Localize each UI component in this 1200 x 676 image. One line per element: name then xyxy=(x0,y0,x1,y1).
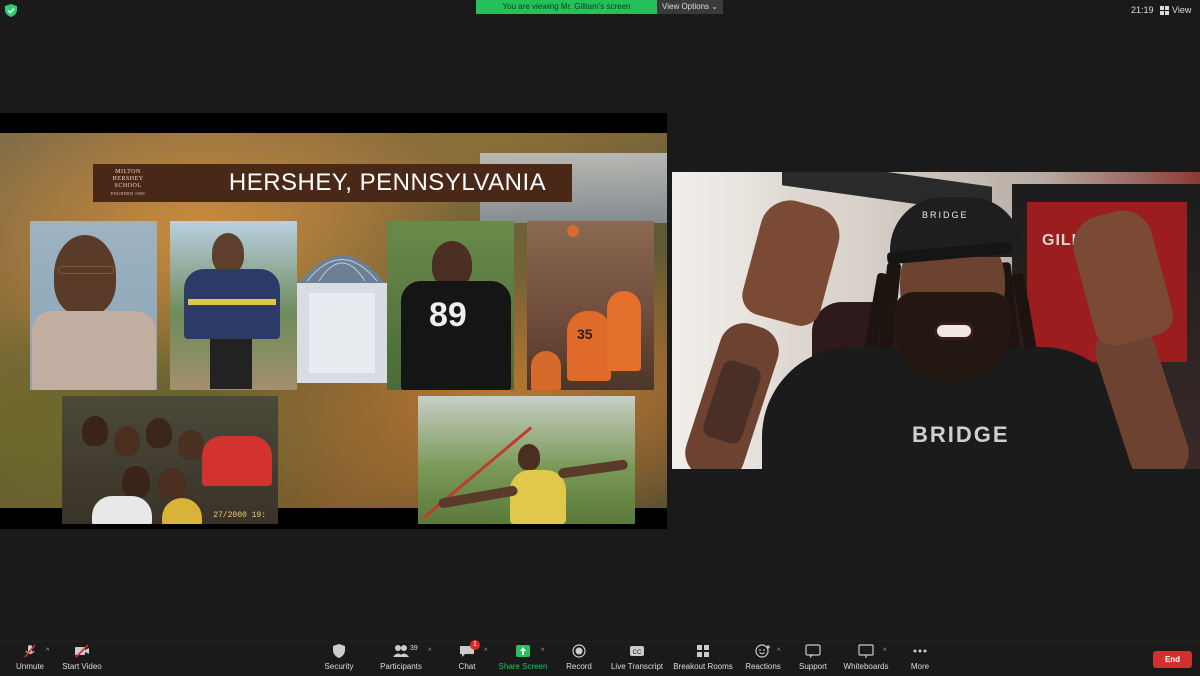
share-screen-icon xyxy=(515,644,531,658)
campus-aerial-background: MILTON HERSHEY SCHOOL FOUNDED 1909 HERSH… xyxy=(0,133,667,524)
clock: 21:19 xyxy=(1131,5,1154,15)
shield-check-icon[interactable] xyxy=(5,4,17,17)
video-off-icon xyxy=(74,644,90,658)
security-button[interactable]: Security xyxy=(309,644,369,676)
unmute-label: Unmute xyxy=(15,662,44,671)
security-shield-icon xyxy=(331,644,347,658)
support-chat-icon xyxy=(805,644,821,658)
start-video-button[interactable]: Start Video xyxy=(52,644,112,676)
whiteboard-icon xyxy=(858,644,874,658)
whiteboards-label: Whiteboards xyxy=(843,662,889,671)
record-label: Record xyxy=(566,662,592,671)
school-logo-line: MILTON xyxy=(115,169,141,175)
whiteboards-caret-icon[interactable]: ^ xyxy=(883,648,886,655)
reactions-label: Reactions xyxy=(745,662,781,671)
svg-text:CC: CC xyxy=(633,650,642,656)
participants-button[interactable]: 39 Participants xyxy=(371,644,431,676)
more-button[interactable]: More xyxy=(890,644,950,676)
dome-building xyxy=(297,255,387,383)
photo-group-students: 27/2000 19: xyxy=(62,396,278,524)
reactions-caret-icon[interactable]: ^ xyxy=(777,648,780,655)
record-icon xyxy=(571,644,587,658)
chat-button[interactable]: 1 Chat xyxy=(437,640,497,676)
cap-print: BRIDGE xyxy=(922,210,969,220)
chevron-down-icon: ⌄ xyxy=(711,2,718,11)
live-transcript-button[interactable]: CC Live Transcript xyxy=(607,644,667,676)
share-screen-label: Share Screen xyxy=(498,662,548,671)
whiteboards-button[interactable]: Whiteboards xyxy=(836,644,896,676)
support-button[interactable]: Support xyxy=(783,644,843,676)
chat-unread-badge: 1 xyxy=(470,640,480,650)
school-logo-line: SCHOOL xyxy=(114,183,142,189)
viewing-screen-banner: You are viewing Mr. Gilliam's screen xyxy=(476,0,657,14)
chat-label: Chat xyxy=(458,662,476,671)
meeting-toolbar: Unmute ^ Start Video Security 39 Partici… xyxy=(0,640,1200,676)
chat-caret-icon[interactable]: ^ xyxy=(484,648,487,655)
participant-video-tile[interactable]: GILLIAM BRIDGE BRIDGE xyxy=(672,172,1200,469)
closed-captions-icon: CC xyxy=(629,644,645,658)
participants-caret-icon[interactable]: ^ xyxy=(428,648,431,655)
support-label: Support xyxy=(798,662,828,671)
breakout-rooms-button[interactable]: Breakout Rooms xyxy=(673,644,733,676)
participants-label: Participants xyxy=(380,662,422,671)
end-meeting-button[interactable]: End xyxy=(1153,651,1192,668)
share-screen-caret-icon[interactable]: ^ xyxy=(541,648,544,655)
school-logo: MILTON HERSHEY SCHOOL FOUNDED 1909 xyxy=(93,169,163,197)
view-options-label: View Options xyxy=(662,2,710,11)
start-video-label: Start Video xyxy=(62,662,102,671)
slide-title-plaque: MILTON HERSHEY SCHOOL FOUNDED 1909 HERSH… xyxy=(93,164,572,202)
record-button[interactable]: Record xyxy=(549,644,609,676)
photo-boy-reading xyxy=(170,221,297,390)
photo-school-portrait xyxy=(30,221,157,390)
view-options-button[interactable]: View Options ⌄ xyxy=(657,0,723,14)
smiley-plus-icon xyxy=(755,644,771,658)
unmute-button[interactable]: Unmute xyxy=(0,644,60,676)
slide-title: HERSHEY, PENNSYLVANIA xyxy=(228,169,547,196)
grid-view-icon xyxy=(1160,5,1169,15)
school-logo-line: HERSHEY xyxy=(112,176,144,182)
view-button[interactable]: View xyxy=(1160,5,1191,15)
top-bar: You are viewing Mr. Gilliam's screen Vie… xyxy=(0,0,1200,22)
view-label: View xyxy=(1172,5,1192,15)
photo-football-player: 89 xyxy=(387,221,514,390)
chat-bubble-icon: 1 xyxy=(459,640,480,658)
photo-javelin-throw xyxy=(418,396,635,524)
shared-screen: MILTON HERSHEY SCHOOL FOUNDED 1909 HERSH… xyxy=(0,113,667,529)
photo-date-stamp: 27/2000 19: xyxy=(213,511,266,520)
school-logo-founded: FOUNDED 1909 xyxy=(110,191,146,196)
security-label: Security xyxy=(324,662,354,671)
participants-count: 39 xyxy=(410,645,418,652)
audio-options-caret-icon[interactable]: ^ xyxy=(46,648,49,655)
participants-icon: 39 xyxy=(393,644,418,658)
breakout-rooms-icon xyxy=(695,644,711,658)
more-label: More xyxy=(910,662,930,671)
more-dots-icon xyxy=(912,644,928,658)
live-transcript-label: Live Transcript xyxy=(610,662,664,671)
breakout-rooms-label: Breakout Rooms xyxy=(673,662,733,671)
shirt-print: BRIDGE xyxy=(912,422,1010,447)
photo-basketball-game: 35 xyxy=(527,221,654,390)
muted-microphone-icon xyxy=(22,644,38,658)
